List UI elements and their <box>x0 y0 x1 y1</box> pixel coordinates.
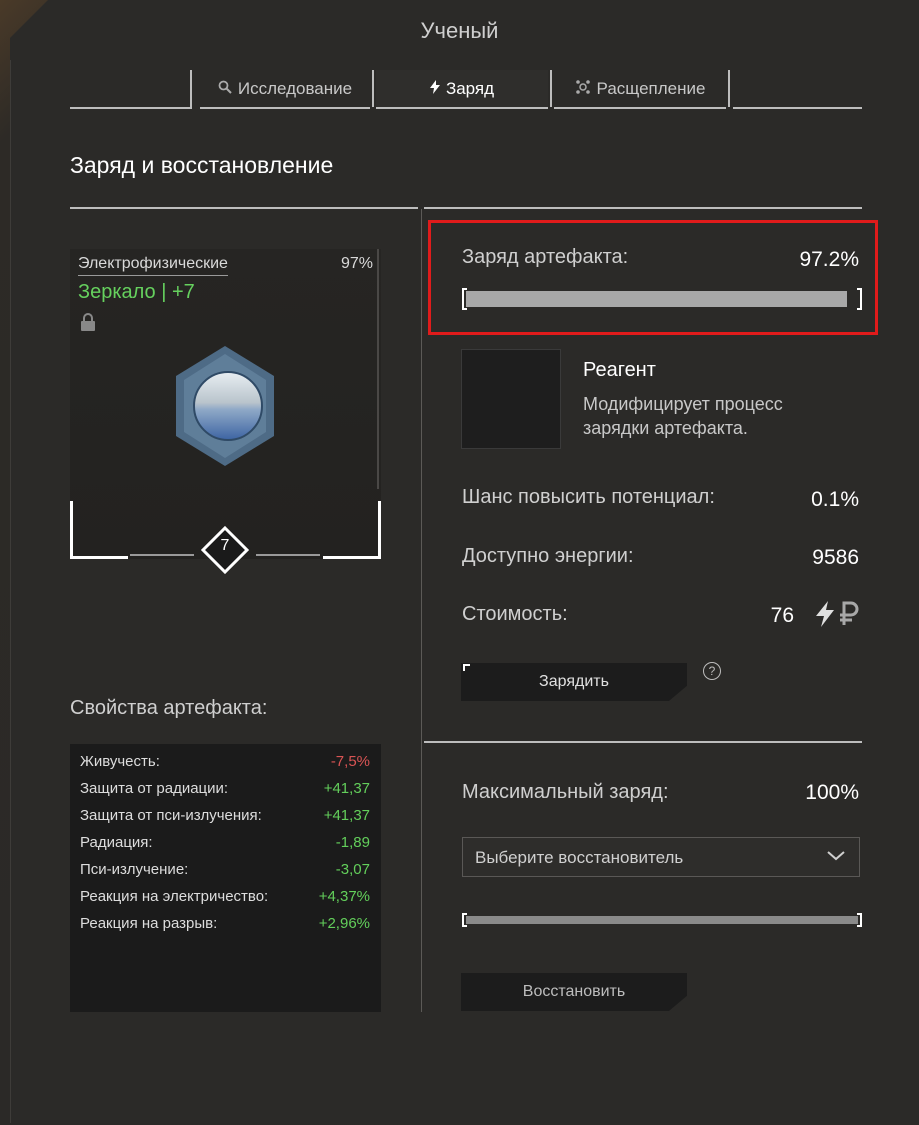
restore-button[interactable]: Восстановить <box>461 973 687 1011</box>
charge-bar-bracket-right <box>857 288 862 310</box>
artifact-level: 7 <box>220 537 230 554</box>
card-edge <box>377 249 379 489</box>
property-row: Радиация: -1,89 <box>80 834 370 860</box>
property-row: Пси-излучение: -3,07 <box>80 861 370 887</box>
tab-research[interactable]: Исследование <box>200 70 374 109</box>
card-bottom-line-right <box>256 554 320 556</box>
property-value: -7,5% <box>330 753 370 770</box>
tab-charge-label: Заряд <box>445 78 495 98</box>
cost-value: 76 <box>770 604 794 627</box>
charge-button-corner <box>463 664 470 671</box>
cost-label: Стоимость: <box>462 603 568 625</box>
restorer-select[interactable]: Выберите восстановитель <box>462 837 860 877</box>
split-icon <box>575 79 591 98</box>
property-label: Пси-излучение: <box>80 861 189 878</box>
card-frame-right <box>323 501 381 559</box>
max-charge-bar <box>462 913 862 927</box>
tab-split-label: Расщепление <box>596 78 706 98</box>
property-value: -3,07 <box>335 861 370 878</box>
tab-split[interactable]: Расщепление <box>554 70 730 109</box>
window-title: Ученый <box>420 18 499 43</box>
charge-button[interactable]: Зарядить <box>461 663 687 701</box>
artifact-percent: 97% <box>340 255 373 272</box>
property-label: Защита от пси-излучения: <box>80 807 262 824</box>
charge-bar-fill <box>466 291 848 307</box>
divider-restore <box>424 741 862 743</box>
tab-bar: Исследование Заряд Расщепление <box>70 70 862 110</box>
section-title: Заряд и восстановление <box>70 152 334 178</box>
card-bottom-line-left <box>130 554 194 556</box>
property-label: Реакция на электричество: <box>80 888 269 905</box>
charge-highlight-box <box>428 220 878 335</box>
property-value: +4,37% <box>318 888 370 905</box>
tab-charge[interactable]: Заряд <box>376 70 552 109</box>
lock-icon[interactable] <box>80 313 96 336</box>
tab-empty-left <box>70 70 192 109</box>
reagent-slot[interactable] <box>461 349 561 449</box>
property-row: Реакция на электричество: +4,37% <box>80 888 370 914</box>
artifact-category: Электрофизические <box>78 255 228 276</box>
chevron-down-icon <box>825 844 847 871</box>
property-value: -1,89 <box>335 834 370 851</box>
artifact-mirror-icon <box>170 344 280 474</box>
energy-icon <box>816 601 838 631</box>
property-row: Защита от пси-излучения: +41,37 <box>80 807 370 833</box>
property-row: Живучесть: -7,5% <box>80 753 370 779</box>
lightning-icon <box>429 80 440 97</box>
property-row: Реакция на разрыв: +2,96% <box>80 915 370 941</box>
max-charge-value: 100% <box>805 781 859 804</box>
max-charge-label: Максимальный заряд: <box>462 781 669 803</box>
energy-value: 9586 <box>812 546 859 569</box>
divider-right <box>424 207 862 209</box>
ruble-icon <box>838 601 860 631</box>
artifact-name: Зеркало | +7 <box>78 281 195 303</box>
property-row: Защита от радиации: +41,37 <box>80 780 370 806</box>
properties-title: Свойства артефакта: <box>70 697 268 719</box>
card-frame-left <box>70 501 128 559</box>
column-divider <box>421 209 422 1012</box>
charge-value: 97.2% <box>799 248 859 271</box>
property-value: +41,37 <box>323 807 370 824</box>
property-label: Реакция на разрыв: <box>80 915 218 932</box>
chance-value: 0.1% <box>811 488 859 511</box>
property-value: +2,96% <box>318 915 370 932</box>
property-label: Защита от радиации: <box>80 780 229 797</box>
chance-label: Шанс повысить потенциал: <box>462 486 715 508</box>
charge-label: Заряд артефакта: <box>462 246 629 268</box>
cost-icons <box>816 601 860 632</box>
property-value: +41,37 <box>323 780 370 797</box>
search-icon <box>218 80 232 97</box>
restorer-select-placeholder: Выберите восстановитель <box>475 848 684 867</box>
charge-bar <box>462 288 862 310</box>
reagent-description: Модифицирует процесс зарядки артефакта. <box>583 394 783 438</box>
artifact-card[interactable]: Электрофизические 97% Зеркало | +7 7 <box>70 249 381 575</box>
reagent-name: Реагент <box>583 359 656 381</box>
property-label: Радиация: <box>80 834 153 851</box>
max-charge-bar-fill <box>466 916 858 924</box>
tab-empty-right <box>733 70 862 109</box>
divider-left <box>70 207 418 209</box>
properties-table: Живучесть: -7,5% Защита от радиации: +41… <box>70 744 381 1012</box>
help-icon[interactable]: ? <box>703 662 721 680</box>
property-label: Живучесть: <box>80 753 160 770</box>
energy-label: Доступно энергии: <box>462 545 634 567</box>
tab-research-label: Исследование <box>237 78 353 98</box>
